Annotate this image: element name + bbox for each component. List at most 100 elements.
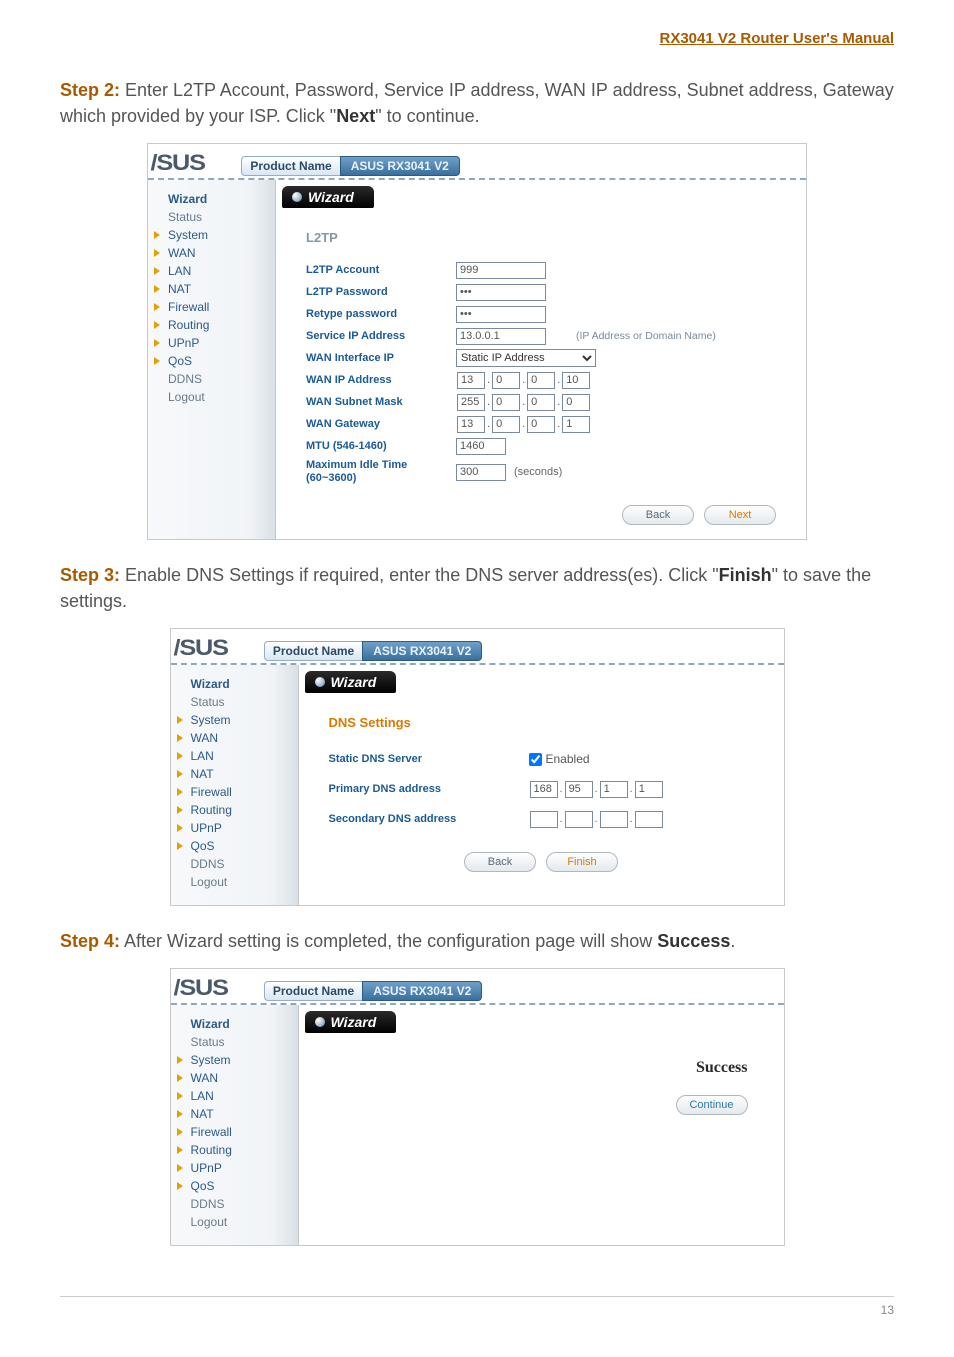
sidebar-item-upnp[interactable]: UPnP bbox=[148, 334, 275, 352]
wan-gateway-octet-3[interactable] bbox=[527, 416, 555, 433]
primary-dns-octet-3[interactable] bbox=[600, 781, 628, 798]
wan-ip-octet-2[interactable] bbox=[492, 372, 520, 389]
sidebar-item-firewall[interactable]: Firewall bbox=[171, 783, 298, 801]
sidebar-item-lan[interactable]: LAN bbox=[148, 262, 275, 280]
wan-gateway-octet-2[interactable] bbox=[492, 416, 520, 433]
wizard-tab[interactable]: Wizard bbox=[305, 671, 397, 693]
dot-separator: . bbox=[522, 374, 525, 386]
sidebar-item-firewall[interactable]: Firewall bbox=[171, 1123, 298, 1141]
idle-time-label: Maximum Idle Time (60~3600) bbox=[306, 459, 456, 485]
idle-time-unit: (seconds) bbox=[514, 466, 562, 478]
wan-ip-octet-3[interactable] bbox=[527, 372, 555, 389]
idle-time-input[interactable] bbox=[456, 464, 506, 481]
retype-password-label: Retype password bbox=[306, 308, 456, 320]
sidebar: WizardStatusSystemWANLANNATFirewallRouti… bbox=[148, 180, 276, 539]
enabled-checkbox-label[interactable]: Enabled bbox=[529, 752, 590, 766]
sidebar-item-ddns[interactable]: DDNS bbox=[171, 855, 298, 873]
dot-separator: . bbox=[487, 396, 490, 408]
dot-separator: . bbox=[560, 783, 563, 795]
secondary-dns-octet-4[interactable] bbox=[635, 811, 663, 828]
l2tp-account-input[interactable] bbox=[456, 262, 546, 279]
sidebar-item-status[interactable]: Status bbox=[148, 208, 275, 226]
wan-subnet-octet-3[interactable] bbox=[527, 394, 555, 411]
primary-dns-octet-4[interactable] bbox=[635, 781, 663, 798]
wizard-dot-icon bbox=[315, 677, 325, 687]
primary-dns-octet-1[interactable] bbox=[530, 781, 558, 798]
sidebar-item-upnp[interactable]: UPnP bbox=[171, 819, 298, 837]
step4-instruction: Step 4: After Wizard setting is complete… bbox=[60, 928, 894, 954]
asus-logo: /SUS bbox=[173, 635, 227, 663]
finish-button[interactable]: Finish bbox=[546, 852, 618, 872]
sidebar-item-qos[interactable]: QoS bbox=[171, 1177, 298, 1195]
wan-subnet-octet-4[interactable] bbox=[562, 394, 590, 411]
sidebar-item-status[interactable]: Status bbox=[171, 1033, 298, 1051]
secondary-dns-octet-3[interactable] bbox=[600, 811, 628, 828]
wan-subnet-octet-2[interactable] bbox=[492, 394, 520, 411]
sidebar-item-lan[interactable]: LAN bbox=[171, 747, 298, 765]
wan-ip-octet-4[interactable] bbox=[562, 372, 590, 389]
step2-label: Step 2: bbox=[60, 80, 120, 100]
router-panel-l2tp: /SUS Product Name ASUS RX3041 V2 WizardS… bbox=[147, 143, 807, 540]
dot-separator: . bbox=[557, 396, 560, 408]
sidebar-item-nat[interactable]: NAT bbox=[148, 280, 275, 298]
sidebar-item-logout[interactable]: Logout bbox=[148, 388, 275, 406]
wan-interface-ip-select[interactable]: Static IP Address bbox=[456, 349, 596, 367]
wan-gateway-octet-1[interactable] bbox=[457, 416, 485, 433]
secondary-dns-octet-1[interactable] bbox=[530, 811, 558, 828]
service-ip-label: Service IP Address bbox=[306, 330, 456, 342]
wan-gateway-octet-4[interactable] bbox=[562, 416, 590, 433]
l2tp-password-label: L2TP Password bbox=[306, 286, 456, 298]
sidebar-item-ddns[interactable]: DDNS bbox=[148, 370, 275, 388]
sidebar-item-system[interactable]: System bbox=[148, 226, 275, 244]
sidebar-item-system[interactable]: System bbox=[171, 1051, 298, 1069]
mtu-input[interactable] bbox=[456, 438, 506, 455]
sidebar-item-nat[interactable]: NAT bbox=[171, 1105, 298, 1123]
sidebar-item-nat[interactable]: NAT bbox=[171, 765, 298, 783]
wan-subnet-row: WAN Subnet Mask ... bbox=[306, 391, 806, 413]
wizard-tab[interactable]: Wizard bbox=[282, 186, 374, 208]
sidebar-item-logout[interactable]: Logout bbox=[171, 1213, 298, 1231]
router-panel-dns: /SUS Product Name ASUS RX3041 V2 WizardS… bbox=[170, 628, 785, 906]
wan-ip-octet-1[interactable] bbox=[457, 372, 485, 389]
sidebar-item-wizard[interactable]: Wizard bbox=[148, 190, 275, 208]
sidebar-item-firewall[interactable]: Firewall bbox=[148, 298, 275, 316]
primary-dns-octet-2[interactable] bbox=[565, 781, 593, 798]
sidebar-item-wizard[interactable]: Wizard bbox=[171, 1015, 298, 1033]
manual-title-link[interactable]: RX3041 V2 Router User's Manual bbox=[60, 30, 894, 47]
sidebar-item-upnp[interactable]: UPnP bbox=[171, 1159, 298, 1177]
back-button[interactable]: Back bbox=[464, 852, 536, 872]
wizard-tab[interactable]: Wizard bbox=[305, 1011, 397, 1033]
page-number: 13 bbox=[60, 1296, 894, 1317]
sidebar-item-routing[interactable]: Routing bbox=[171, 801, 298, 819]
section-title-l2tp: L2TP bbox=[306, 230, 806, 245]
sidebar-item-logout[interactable]: Logout bbox=[171, 873, 298, 891]
router-panel-success: /SUS Product Name ASUS RX3041 V2 WizardS… bbox=[170, 968, 785, 1246]
dot-separator: . bbox=[560, 813, 563, 825]
sidebar-item-routing[interactable]: Routing bbox=[171, 1141, 298, 1159]
sidebar-item-wan[interactable]: WAN bbox=[171, 729, 298, 747]
topbar: /SUS Product Name ASUS RX3041 V2 bbox=[171, 629, 784, 665]
static-dns-label: Static DNS Server bbox=[329, 753, 529, 765]
l2tp-password-input[interactable] bbox=[456, 284, 546, 301]
continue-button[interactable]: Continue bbox=[676, 1095, 748, 1115]
asus-logo: /SUS bbox=[150, 150, 204, 178]
service-ip-input[interactable] bbox=[456, 328, 546, 345]
wan-subnet-octet-1[interactable] bbox=[457, 394, 485, 411]
retype-password-input[interactable] bbox=[456, 306, 546, 323]
secondary-dns-octet-2[interactable] bbox=[565, 811, 593, 828]
sidebar-item-status[interactable]: Status bbox=[171, 693, 298, 711]
back-button[interactable]: Back bbox=[622, 505, 694, 525]
enabled-checkbox[interactable] bbox=[529, 753, 542, 766]
sidebar-item-lan[interactable]: LAN bbox=[171, 1087, 298, 1105]
next-button[interactable]: Next bbox=[704, 505, 776, 525]
sidebar-item-wizard[interactable]: Wizard bbox=[171, 675, 298, 693]
dot-separator: . bbox=[595, 813, 598, 825]
sidebar-item-qos[interactable]: QoS bbox=[148, 352, 275, 370]
sidebar-item-routing[interactable]: Routing bbox=[148, 316, 275, 334]
sidebar-item-ddns[interactable]: DDNS bbox=[171, 1195, 298, 1213]
wan-interface-ip-label: WAN Interface IP bbox=[306, 352, 456, 364]
sidebar-item-qos[interactable]: QoS bbox=[171, 837, 298, 855]
sidebar-item-system[interactable]: System bbox=[171, 711, 298, 729]
sidebar-item-wan[interactable]: WAN bbox=[148, 244, 275, 262]
sidebar-item-wan[interactable]: WAN bbox=[171, 1069, 298, 1087]
